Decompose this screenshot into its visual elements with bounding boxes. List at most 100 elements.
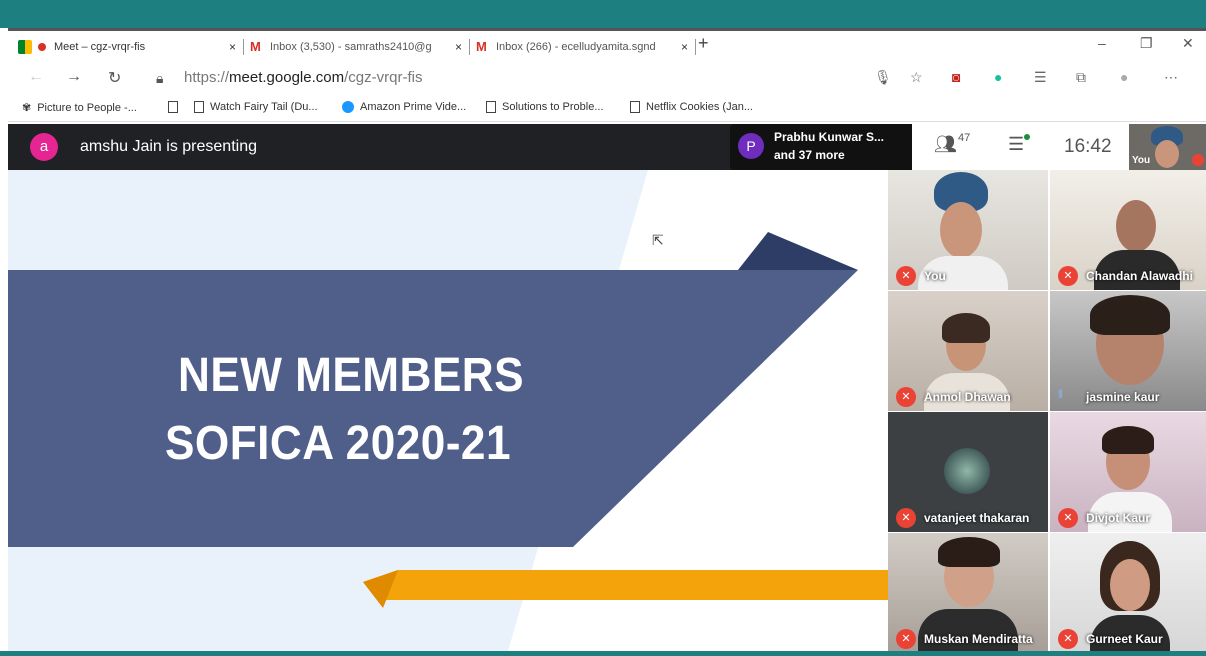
presenting-status: amshu Jain is presenting xyxy=(80,138,257,155)
tab-gmail-1[interactable]: M Inbox (3,530) - samraths2410@g × xyxy=(244,34,468,60)
page-icon xyxy=(168,101,178,113)
avatar xyxy=(944,448,990,494)
participant-name: Muskan Mendiratta xyxy=(924,632,1033,646)
address-bar: ← → ↻ 🔒︎ https://meet.google.com/cgz-vrq… xyxy=(8,60,1206,94)
presenter-avatar: a xyxy=(30,133,58,161)
gmail-icon: M xyxy=(476,39,487,54)
avatar xyxy=(1102,426,1154,454)
participant-tile[interactable]: ✕ Chandan Alawadhi xyxy=(1050,170,1206,290)
bookmarks-bar: ✾ Picture to People -... Watch Fairy Tail… xyxy=(8,94,1206,122)
mic-off-icon: ✕ xyxy=(1058,266,1078,286)
mic-off-icon: ✕ xyxy=(896,266,916,286)
participant-grid: ✕ You ✕ Chandan Alawadhi ✕ Anmol Dhawan … xyxy=(888,170,1206,653)
participant-count: 47 xyxy=(958,132,971,144)
tab-label: Inbox (266) - ecelludyamita.sgnd xyxy=(496,41,656,53)
participant-name: Divjot Kaur xyxy=(1086,511,1151,525)
participant-tile[interactable]: ⦀ jasmine kaur xyxy=(1050,291,1206,411)
bookmark-item[interactable]: Watch Fairy Tail (Du... xyxy=(194,101,318,113)
slide-accent-stripe xyxy=(363,570,888,600)
close-tab-icon[interactable]: × xyxy=(681,40,688,54)
avatar xyxy=(1116,200,1156,252)
tab-gmail-2[interactable]: M Inbox (266) - ecelludyamita.sgnd × xyxy=(470,34,694,60)
avatar xyxy=(1110,559,1150,611)
mic-off-icon: ✕ xyxy=(896,387,916,407)
bookmark-item[interactable]: ✾ Picture to People -... xyxy=(22,101,137,115)
minimize-icon[interactable]: – xyxy=(1098,35,1106,51)
lock-icon: 🔒︎ xyxy=(156,70,164,86)
self-label: You xyxy=(1132,155,1151,166)
bookmark-item[interactable]: Amazon Prime Vide... xyxy=(342,101,466,113)
participant-tile[interactable]: ✕ Divjot Kaur xyxy=(1050,412,1206,532)
avatar xyxy=(1090,295,1170,335)
extension-icon[interactable]: ◙ xyxy=(952,69,960,85)
grammarly-icon[interactable]: ● xyxy=(994,69,1002,85)
url-field[interactable]: https://meet.google.com/cgz-vrqr-fis xyxy=(184,69,422,86)
restore-icon[interactable]: ❐ xyxy=(1140,35,1153,52)
close-window-icon[interactable]: ✕ xyxy=(1182,35,1194,52)
mouse-cursor-icon: ⇱ xyxy=(652,232,664,248)
tab-meet[interactable]: Meet – cgz-vrqr-fis × xyxy=(12,34,242,60)
participant-name: Anmol Dhawan xyxy=(924,390,1011,404)
mic-off-icon: ✕ xyxy=(896,629,916,649)
more-icon[interactable]: ⋯ xyxy=(1164,69,1178,86)
forward-icon[interactable]: → xyxy=(66,68,82,86)
avatar xyxy=(938,537,1000,567)
participants-chip[interactable]: P Prabhu Kunwar S... and 37 more xyxy=(730,124,920,170)
close-tab-icon[interactable]: × xyxy=(455,40,462,54)
participant-name: Gurneet Kaur xyxy=(1086,632,1163,646)
people-icon: ✾ xyxy=(22,102,32,114)
participant-avatar: P xyxy=(738,133,764,159)
star-icon[interactable]: ☆ xyxy=(910,69,923,86)
participant-tile[interactable]: ✕ vatanjeet thakaran xyxy=(888,412,1048,532)
participant-name: Prabhu Kunwar S... xyxy=(774,130,885,144)
slide-title-line2: SOFICA 2020-21 xyxy=(165,417,511,470)
people-icon[interactable]: 👥︎ xyxy=(934,134,957,155)
bookmark-folder[interactable] xyxy=(168,101,184,113)
avatar xyxy=(940,202,982,258)
chat-notification-dot xyxy=(1024,134,1030,140)
new-tab-button[interactable]: + xyxy=(698,33,709,54)
avatar xyxy=(942,313,990,343)
slide-graphics xyxy=(8,170,888,651)
self-view-tile[interactable]: You xyxy=(1129,124,1206,170)
favorites-icon[interactable]: ☰ xyxy=(1034,69,1047,86)
microphone-icon[interactable]: 🎙︎ xyxy=(874,69,892,86)
participant-name: vatanjeet thakaran xyxy=(924,511,1030,525)
window-top-band xyxy=(0,0,1206,28)
participant-tile[interactable]: ✕ You xyxy=(888,170,1048,290)
participant-more: and 37 more xyxy=(774,148,845,162)
bookmark-item[interactable]: Netflix Cookies (Jan... xyxy=(630,101,753,113)
tab-label: Meet – cgz-vrqr-fis xyxy=(54,41,146,53)
participant-name: jasmine kaur xyxy=(1086,390,1160,404)
speaking-indicator-icon: ⦀ xyxy=(1058,389,1063,401)
mic-off-icon: ✕ xyxy=(1058,629,1078,649)
participant-name: Chandan Alawadhi xyxy=(1086,269,1193,283)
close-tab-icon[interactable]: × xyxy=(229,40,236,54)
clock: 16:42 xyxy=(1064,136,1112,157)
tab-label: Inbox (3,530) - samraths2410@g xyxy=(270,41,432,53)
page-icon xyxy=(194,101,204,113)
mic-off-icon xyxy=(1192,154,1204,166)
mic-off-icon: ✕ xyxy=(1058,508,1078,528)
avatar xyxy=(918,609,1018,653)
avatar xyxy=(1155,140,1179,168)
back-icon[interactable]: ← xyxy=(28,68,44,86)
slide-title-line1: NEW MEMBERS xyxy=(178,349,525,402)
tab-strip: Meet – cgz-vrqr-fis × M Inbox (3,530) - … xyxy=(8,28,1206,60)
gmail-icon: M xyxy=(250,39,261,54)
mic-off-icon: ✕ xyxy=(896,508,916,528)
bookmark-item[interactable]: Solutions to Proble... xyxy=(486,101,604,113)
profile-icon[interactable]: ● xyxy=(1120,69,1128,85)
refresh-icon[interactable]: ↻ xyxy=(108,68,121,88)
recording-dot-icon xyxy=(38,43,46,51)
presentation-slide: NEW MEMBERS SOFICA 2020-21 ⇱ xyxy=(8,170,888,651)
chat-icon[interactable]: ☰ xyxy=(1008,134,1024,155)
participant-tile[interactable]: ✕ Anmol Dhawan xyxy=(888,291,1048,411)
page-icon xyxy=(630,101,640,113)
tab-separator xyxy=(695,39,696,55)
page-icon xyxy=(486,101,496,113)
participant-tile[interactable]: ✕ Gurneet Kaur xyxy=(1050,533,1206,653)
participant-name: You xyxy=(924,269,946,283)
collections-icon[interactable]: ⧉ xyxy=(1076,69,1086,86)
participant-tile[interactable]: ✕ Muskan Mendiratta xyxy=(888,533,1048,653)
